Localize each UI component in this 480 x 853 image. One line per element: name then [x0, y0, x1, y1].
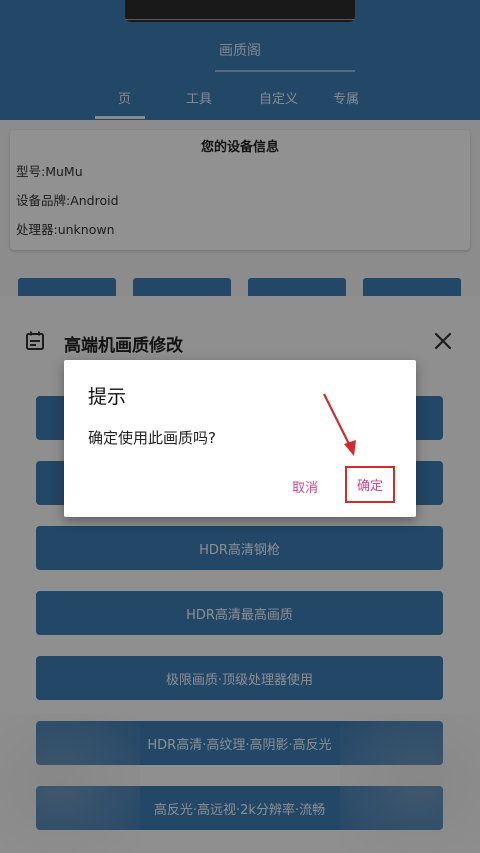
confirm-button[interactable]: 确定 [345, 466, 395, 503]
dialog-message: 确定使用此画质吗? [88, 429, 216, 447]
red-arrow-icon [323, 393, 356, 456]
vignette-left [0, 713, 140, 853]
cancel-button[interactable]: 取消 [292, 477, 318, 496]
confirm-dialog: 提示 确定使用此画质吗? 取消 确定 [64, 360, 416, 517]
dialog-title: 提示 [88, 386, 127, 408]
vignette-right [340, 713, 480, 853]
